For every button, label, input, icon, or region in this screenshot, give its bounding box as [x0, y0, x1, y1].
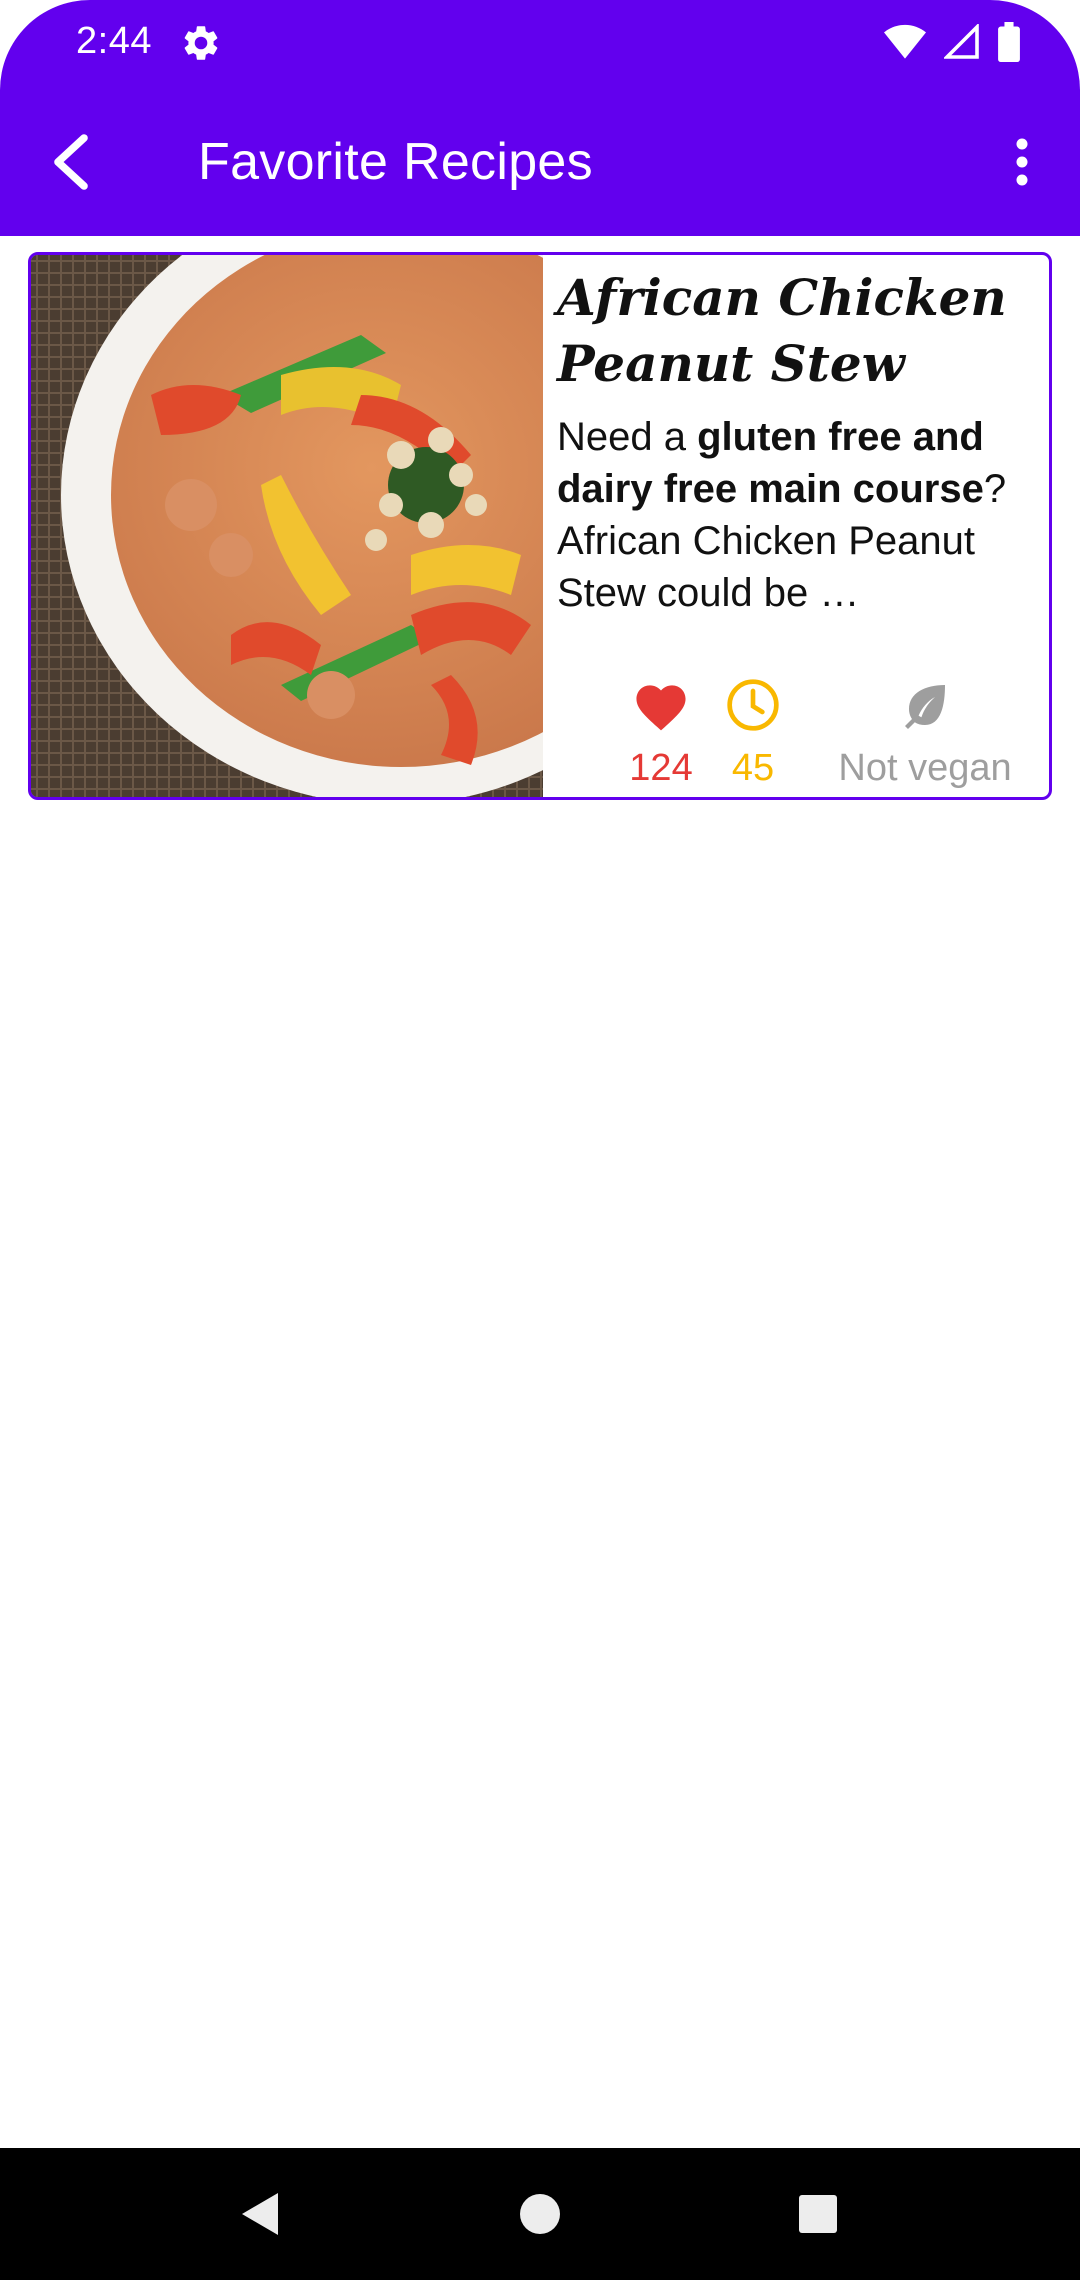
leaf-icon: [895, 675, 955, 735]
clock-icon: [723, 675, 783, 735]
chevron-left-icon: [54, 134, 88, 190]
battery-icon: [998, 22, 1020, 62]
vegan-stat: Not vegan: [805, 675, 1045, 790]
cook-time: 45: [731, 747, 775, 789]
heart-icon: [631, 675, 691, 735]
more-vert-icon: [1016, 138, 1028, 186]
recipe-card[interactable]: African Chicken Peanut Stew Need a glute…: [28, 252, 1052, 800]
time-stat: 45: [703, 675, 803, 790]
recipe-title: African Chicken Peanut Stew: [557, 268, 1007, 393]
recipe-description-text: Need a: [557, 415, 698, 459]
more-options-button[interactable]: [992, 122, 1052, 202]
app-header: 2:44 Favorite Recipes: [0, 0, 1080, 236]
page-title: Favorite Recipes: [198, 133, 593, 191]
nav-recents-button[interactable]: [788, 2184, 848, 2244]
settings-gear-icon: [180, 22, 222, 64]
system-nav-bar: [0, 2148, 1080, 2280]
vegan-label: Not vegan: [838, 747, 1012, 789]
nav-back-button[interactable]: [230, 2184, 290, 2244]
app-bar: Favorite Recipes: [0, 88, 1080, 236]
nav-home-icon: [520, 2194, 560, 2234]
back-button[interactable]: [30, 122, 110, 202]
likes-count: 124: [629, 747, 693, 789]
status-bar: 2:44: [0, 0, 1080, 88]
cell-signal-icon: [944, 24, 980, 60]
recipe-description: Need a gluten free and dairy free main c…: [557, 411, 1033, 619]
recipe-image: [31, 255, 543, 797]
nav-home-button[interactable]: [510, 2184, 570, 2244]
nav-back-icon: [242, 2193, 278, 2235]
recipe-details: African Chicken Peanut Stew Need a glute…: [543, 255, 1049, 797]
screen: 2:44 Favorite Recipes African Chicken Pe…: [0, 0, 1080, 2280]
nav-recents-icon: [799, 2195, 837, 2233]
status-icons: [884, 22, 1020, 62]
wifi-icon: [884, 24, 926, 60]
status-time: 2:44: [76, 20, 152, 62]
recipe-stats: 124 45 Not vegan: [543, 675, 1049, 795]
